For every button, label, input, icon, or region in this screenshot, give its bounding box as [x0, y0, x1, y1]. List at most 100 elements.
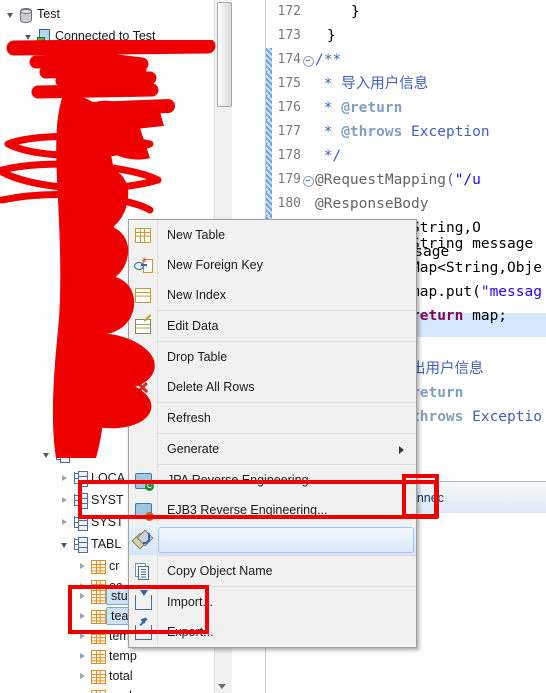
tree-twisty-icon[interactable]: [76, 686, 88, 693]
menu-item-label: New Table: [167, 228, 226, 242]
tree-item-connected-to-test[interactable]: Connected to Test: [22, 26, 156, 46]
tree-twisty-icon[interactable]: [76, 586, 88, 606]
menu-item-copy-object-name[interactable]: Copy Object Name: [129, 556, 416, 586]
code-line: }: [351, 4, 360, 20]
tree-item-label: SYST: [91, 515, 124, 529]
tree-item-test[interactable]: Test: [4, 4, 60, 24]
menu-item-export[interactable]: Export...: [129, 617, 416, 647]
menu-item-hibernate-reverse-engineering[interactable]: Hibernate Reverse Engineering...: [129, 525, 416, 555]
line-number: 174: [277, 52, 301, 67]
line-number: 179: [277, 172, 301, 187]
chevron-right-icon: [399, 446, 404, 454]
scroll-down-arrow-icon[interactable]: [218, 684, 226, 689]
schema-icon: [70, 468, 88, 488]
table-context-menu[interactable]: New Table ✳ New Foreign Key New Index Edit D…: [128, 219, 417, 648]
code-line: return map;: [411, 308, 508, 324]
menu-item-label: EJB3 Reverse Engineering...: [167, 503, 328, 517]
line-number: 178: [277, 148, 301, 163]
code-line: return: [411, 385, 464, 401]
tree-item-test[interactable]: test: [40, 444, 93, 464]
menu-item-delete-all-rows[interactable]: Delete All Rows: [129, 372, 416, 402]
table-icon: [88, 666, 106, 686]
tree-item-label: TABL: [91, 537, 122, 551]
tree-item-label: total: [109, 669, 133, 683]
code-line: @RequestMapping("/u: [315, 172, 481, 188]
line-number: 176: [277, 100, 301, 115]
table-icon: [88, 586, 106, 606]
table-icon: [88, 686, 106, 693]
menu-item-new-foreign-key[interactable]: ✳ New Foreign Key: [129, 250, 416, 280]
tree-item-label: Test: [37, 7, 60, 21]
fold-collapse-icon[interactable]: [303, 176, 314, 187]
ejb3-icon: [129, 495, 157, 525]
code-line: */: [315, 148, 342, 164]
copy-icon: [129, 556, 157, 586]
menu-item-edit-data[interactable]: Edit Data: [129, 311, 416, 341]
tree-item-syst[interactable]: SYST: [58, 490, 124, 510]
code-line: }: [327, 28, 336, 44]
tree-item-cr[interactable]: cr: [76, 556, 119, 576]
menu-item-label: Copy Object Name: [167, 564, 273, 578]
line-number: 172: [277, 4, 301, 19]
new-index-icon: [129, 280, 157, 310]
tree-item-label: LOCA: [91, 471, 126, 485]
menu-item-generate[interactable]: Generate: [129, 434, 416, 464]
tree-twisty-icon[interactable]: [58, 490, 70, 510]
menu-item-label: Drop Table: [167, 350, 228, 364]
menu-item-label: Edit Data: [167, 319, 219, 333]
tree-item-label: test: [73, 447, 94, 461]
menu-item-label: New Foreign Key: [167, 258, 263, 272]
tree-item-loca[interactable]: LOCA: [58, 468, 125, 488]
menu-item-refresh[interactable]: ⟳ Refresh: [129, 403, 416, 433]
tree-twisty-icon[interactable]: [76, 646, 88, 666]
tree-item-label: temp: [109, 649, 137, 663]
tree-item-syst[interactable]: SYST: [58, 512, 124, 532]
tree-item-tabl[interactable]: TABL: [58, 534, 121, 554]
new-foreign-key-icon: ✳: [129, 250, 157, 280]
tree-twisty-icon[interactable]: [76, 626, 88, 646]
menu-item-jpa-reverse-engineering[interactable]: JPA Reverse Engineering...: [129, 465, 416, 495]
tree-scrollbar-thumb[interactable]: [217, 2, 232, 107]
menu-item-import[interactable]: Import...: [129, 587, 416, 617]
table-icon: [88, 646, 106, 666]
menu-item-label: Export...: [167, 625, 214, 639]
schema-icon: [52, 444, 70, 464]
jpa-icon: [129, 465, 157, 495]
table-icon: [88, 556, 106, 576]
tree-item-temp[interactable]: temp: [76, 646, 137, 666]
tree-twisty-icon[interactable]: [76, 556, 88, 576]
schema-icon: [70, 512, 88, 532]
tree-twisty-icon[interactable]: [58, 534, 70, 554]
tree-twisty-icon[interactable]: [76, 606, 88, 626]
hibernate-icon: [129, 525, 157, 555]
menu-item-new-index[interactable]: New Index: [129, 280, 416, 310]
table-icon: [88, 606, 106, 626]
code-line: Map<String,Obje: [411, 260, 542, 276]
tree-twisty-icon[interactable]: [22, 26, 34, 46]
tree-item-total[interactable]: total: [76, 666, 133, 686]
menu-item-new-table[interactable]: New Table: [129, 220, 416, 250]
code-line: * @throws Exception: [315, 124, 490, 140]
tree-twisty-icon[interactable]: [58, 512, 70, 532]
menu-item-label: JPA Reverse Engineering...: [167, 473, 319, 487]
tree-twisty-icon[interactable]: [4, 4, 16, 24]
menu-item-label: Generate: [167, 442, 220, 456]
fold-collapse-icon[interactable]: [303, 56, 314, 67]
tree-item-youku[interactable]: youku: [76, 686, 142, 693]
menu-item-drop-table[interactable]: Drop Table: [129, 342, 416, 372]
tree-item-label: youku: [106, 686, 142, 693]
tree-twisty-icon[interactable]: [40, 444, 52, 464]
schema-icon: [70, 534, 88, 554]
code-line: * 导入用户信息: [315, 76, 429, 92]
tree-twisty-icon[interactable]: [76, 666, 88, 686]
connection-icon: [34, 26, 52, 46]
tree-twisty-icon[interactable]: [58, 468, 70, 488]
line-number: 173: [277, 28, 301, 43]
code-line: map.put("messag: [411, 284, 542, 300]
menu-item-label: Delete All Rows: [167, 380, 255, 394]
none: [129, 434, 157, 464]
delete-x-icon: [129, 342, 157, 372]
code-line: 出用户信息: [411, 361, 484, 377]
menu-item-ejb3-reverse-engineering[interactable]: EJB3 Reverse Engineering...: [129, 495, 416, 525]
code-line: @ResponseBody: [315, 196, 429, 212]
